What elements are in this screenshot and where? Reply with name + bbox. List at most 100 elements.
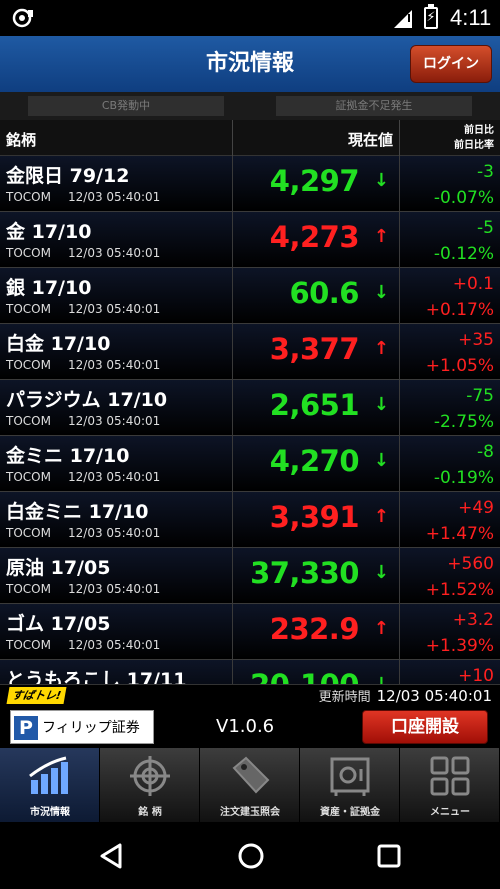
- price-change-pct: -0.19%: [433, 468, 494, 488]
- quote-row[interactable]: 金 17/10 TOCOM 12/03 05:40:01 4,273 ↑ -5 -…: [0, 212, 500, 268]
- update-time-value: 12/03 05:40:01: [376, 687, 492, 705]
- current-price: 3,377: [269, 332, 360, 366]
- bottom-tab-bar: 市況情報 銘 柄 注文建玉照会 資産・証拠金 メニュー: [0, 748, 500, 822]
- down-arrow-icon: ↓: [373, 394, 389, 415]
- quote-time: 12/03 05:40:01: [68, 582, 161, 596]
- down-arrow-icon: ↓: [373, 282, 389, 303]
- quote-meta: TOCOM 12/03 05:40:01: [6, 638, 160, 652]
- price-cell: 4,273 ↑: [232, 212, 400, 268]
- back-icon[interactable]: [98, 842, 124, 870]
- home-icon[interactable]: [237, 842, 265, 870]
- battery-charging-icon: ⚡: [424, 4, 438, 29]
- status-bar: ⚡ 4:11: [0, 0, 500, 36]
- down-arrow-icon: ↓: [373, 562, 389, 583]
- price-change: -75: [466, 386, 494, 406]
- grid-menu-icon: [430, 756, 470, 796]
- price-cell: 3,377 ↑: [232, 324, 400, 380]
- tab-label: 銘 柄: [138, 807, 162, 818]
- price-change: +0.1: [452, 274, 494, 294]
- price-cell: 4,297 ↓: [232, 156, 400, 212]
- instrument-name: 銀 17/10: [6, 277, 92, 299]
- exchange: TOCOM: [6, 358, 51, 372]
- exchange: TOCOM: [6, 526, 51, 540]
- app-logo: すばトレ!: [6, 687, 67, 704]
- cell-signal-icon: [394, 10, 412, 28]
- tab-menu[interactable]: メニュー: [400, 748, 500, 822]
- quote-row[interactable]: 金ミニ 17/10 TOCOM 12/03 05:40:01 4,270 ↓ -8…: [0, 436, 500, 492]
- quote-row[interactable]: 白金 17/10 TOCOM 12/03 05:40:01 3,377 ↑ +35…: [0, 324, 500, 380]
- price-cell: 4,270 ↓: [232, 436, 400, 492]
- price-change: +35: [458, 330, 494, 350]
- quote-time: 12/03 05:40:01: [68, 302, 161, 316]
- price-cell: 37,330 ↓: [232, 548, 400, 604]
- quote-time: 12/03 05:40:01: [68, 470, 161, 484]
- exchange: TOCOM: [6, 638, 51, 652]
- quote-row[interactable]: 白金ミニ 17/10 TOCOM 12/03 05:40:01 3,391 ↑ +…: [0, 492, 500, 548]
- price-cell: 3,391 ↑: [232, 492, 400, 548]
- current-price: 4,273: [269, 220, 360, 254]
- instrument-name: ゴム 17/05: [6, 613, 111, 635]
- app-header: 市況情報 ログイン: [0, 36, 500, 92]
- quote-row[interactable]: 銀 17/10 TOCOM 12/03 05:40:01 60.6 ↓ +0.1 …: [0, 268, 500, 324]
- quote-time: 12/03 05:40:01: [68, 358, 161, 372]
- current-price: 4,297: [269, 164, 360, 198]
- cb-triggered-indicator: CB発動中: [28, 96, 224, 116]
- up-arrow-icon: ↑: [373, 226, 389, 247]
- instrument-name: とうもろこし 17/11: [6, 669, 187, 684]
- column-header: 銘柄 現在値 前日比 前日比率: [0, 120, 500, 156]
- tab-instruments[interactable]: 銘 柄: [100, 748, 200, 822]
- tab-market-info[interactable]: 市況情報: [0, 748, 100, 822]
- update-info-bar: すばトレ! 更新時間 12/03 05:40:01: [0, 684, 500, 706]
- exchange: TOCOM: [6, 582, 51, 596]
- column-change: 前日比 前日比率: [454, 123, 494, 153]
- current-price: 2,651: [269, 388, 360, 422]
- quote-row[interactable]: ゴム 17/05 TOCOM 12/03 05:40:01 232.9 ↑ +3.…: [0, 604, 500, 660]
- margin-shortage-indicator: 証拠金不足発生: [276, 96, 472, 116]
- login-button[interactable]: ログイン: [410, 45, 492, 83]
- clock: 4:11: [450, 5, 492, 30]
- quote-row[interactable]: 金限日 79/12 TOCOM 12/03 05:40:01 4,297 ↓ -3…: [0, 156, 500, 212]
- instrument-name: パラジウム 17/10: [6, 389, 168, 411]
- tab-assets-margin[interactable]: 資産・証拠金: [300, 748, 400, 822]
- price-change-pct: +1.47%: [425, 524, 494, 544]
- price-change-pct: +1.05%: [425, 356, 494, 376]
- phillip-p-mark: P: [14, 716, 38, 740]
- recents-icon[interactable]: [376, 842, 402, 870]
- instrument-name: 金ミニ 17/10: [6, 445, 130, 467]
- price-change: +49: [458, 498, 494, 518]
- current-price: 20,100: [250, 668, 359, 684]
- alert-strip: CB発動中 証拠金不足発生: [0, 92, 500, 120]
- price-cell: 60.6 ↓: [232, 268, 400, 324]
- current-price: 4,270: [269, 444, 360, 478]
- up-arrow-icon: ↑: [373, 618, 389, 639]
- quote-list[interactable]: 金限日 79/12 TOCOM 12/03 05:40:01 4,297 ↓ -3…: [0, 156, 500, 684]
- price-change-pct: -0.07%: [433, 188, 494, 208]
- instrument-name: 金 17/10: [6, 221, 92, 243]
- quote-meta: TOCOM 12/03 05:40:01: [6, 246, 160, 260]
- price-change: -8: [477, 442, 494, 462]
- exchange: TOCOM: [6, 414, 51, 428]
- quote-meta: TOCOM 12/03 05:40:01: [6, 302, 160, 316]
- current-price: 232.9: [269, 612, 360, 646]
- phillip-securities-logo[interactable]: P フィリップ証券: [10, 710, 154, 744]
- tab-orders-positions[interactable]: 注文建玉照会: [200, 748, 300, 822]
- quote-meta: TOCOM 12/03 05:40:01: [6, 358, 160, 372]
- quote-row[interactable]: とうもろこし 17/11 20,100 ↓ +10: [0, 660, 500, 684]
- price-change-pct: +0.17%: [425, 300, 494, 320]
- price-change-pct: -0.12%: [433, 244, 494, 264]
- quote-row[interactable]: 原油 17/05 TOCOM 12/03 05:40:01 37,330 ↓ +5…: [0, 548, 500, 604]
- update-time-label: 更新時間: [318, 690, 371, 705]
- tab-label: 資産・証拠金: [320, 807, 380, 818]
- quote-row[interactable]: パラジウム 17/10 TOCOM 12/03 05:40:01 2,651 ↓ …: [0, 380, 500, 436]
- price-change: +560: [447, 554, 494, 574]
- exchange: TOCOM: [6, 302, 51, 316]
- instrument-name: 金限日 79/12: [6, 165, 130, 187]
- price-change: +10: [458, 666, 494, 684]
- quote-time: 12/03 05:40:01: [68, 190, 161, 204]
- exchange: TOCOM: [6, 246, 51, 260]
- quote-meta: TOCOM 12/03 05:40:01: [6, 470, 160, 484]
- price-change: -5: [477, 218, 494, 238]
- price-change-pct: +1.39%: [425, 636, 494, 656]
- current-price: 3,391: [269, 500, 360, 534]
- open-account-button[interactable]: 口座開設: [362, 710, 488, 744]
